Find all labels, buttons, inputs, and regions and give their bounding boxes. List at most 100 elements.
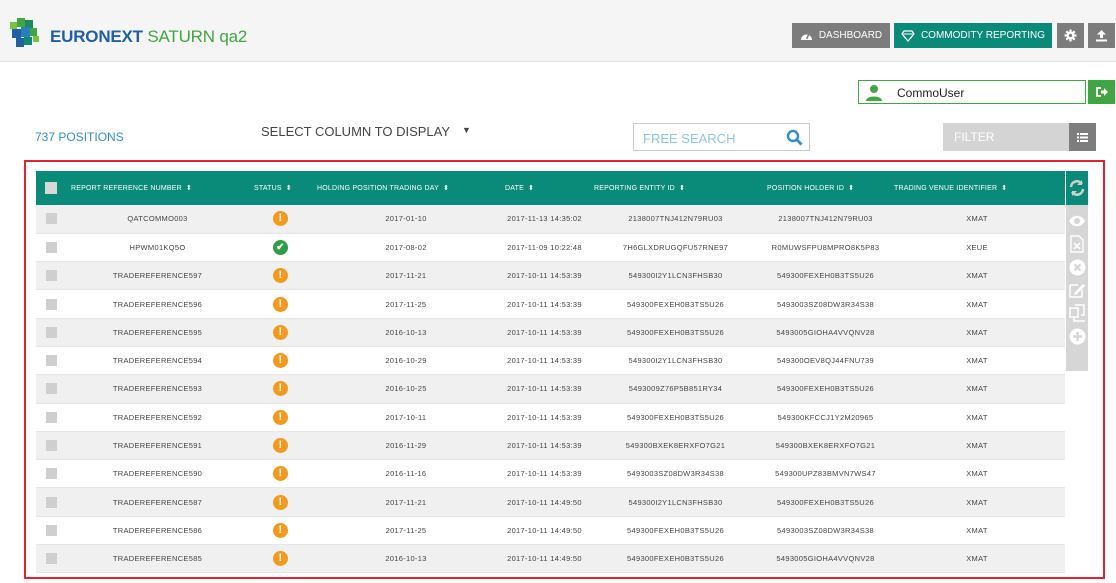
row-checkbox[interactable] <box>36 487 66 517</box>
table-row[interactable]: TRADEREFERENCE595! 2016-10-13 2017-10-11 1… <box>36 318 1065 347</box>
cell-holding-day: 2017-11-21 <box>312 261 500 291</box>
cell-position-holder: 549300UPZ83BMVN7WS47 <box>762 459 889 489</box>
warning-icon: ! <box>273 381 288 397</box>
row-checkbox[interactable] <box>36 403 66 432</box>
table-row[interactable]: TRADEREFERENCE596! 2017-11-25 2017-10-11 1… <box>36 289 1065 319</box>
table-row[interactable]: TRADEREFERENCE587! 2017-11-21 2017-10-11 1… <box>36 487 1065 517</box>
col-position-holder[interactable]: POSITION HOLDER ID ⬍ <box>762 171 889 205</box>
warning-icon: ! <box>273 551 288 567</box>
row-checkbox[interactable] <box>36 516 66 546</box>
sort-icon: ⬍ <box>185 185 192 192</box>
table-row[interactable]: TRADEREFERENCE591! 2016-11-29 2017-10-11 1… <box>36 431 1065 461</box>
table-row[interactable]: QATCOMMO003! 2017-01-10 2017-11-13 14:35:0… <box>36 205 1065 234</box>
cell-holding-day: 2016-10-13 <box>312 318 500 347</box>
cell-date: 2017-10-11 14:53:39 <box>500 374 589 404</box>
delete-button[interactable] <box>1068 258 1086 276</box>
table-row[interactable]: HPWM01KQ5O ✔ 2017-08-02 2017-11-09 10:22:48… <box>36 233 1065 263</box>
cell-reporting-entity: 5493009Z76P5B851RY34 <box>589 374 762 404</box>
col-reporting-entity[interactable]: REPORTING ENTITY ID ⬍ <box>589 171 762 205</box>
logout-button[interactable] <box>1088 80 1115 104</box>
table-row[interactable]: TRADEREFERENCE592! 2017-10-11 2017-10-11 1… <box>36 403 1065 432</box>
table-body: QATCOMMO003! 2017-01-10 2017-11-13 14:35:0… <box>36 205 1065 574</box>
cell-position-holder: 5493003SZ08DW3R34S38 <box>762 289 889 319</box>
table-row[interactable]: TRADEREFERENCE597! 2017-11-21 2017-10-11 1… <box>36 261 1065 291</box>
cell-status: ! <box>249 403 312 432</box>
filter-input[interactable]: FILTER <box>943 123 1069 151</box>
cell-trading-venue: XMAT <box>889 431 1065 461</box>
delete-icon <box>1069 259 1085 275</box>
row-checkbox[interactable] <box>36 289 66 319</box>
col-holding-day[interactable]: HOLDING POSITION TRADING DAY ⬍ <box>312 171 500 205</box>
cell-date: 2017-10-11 14:53:39 <box>500 346 589 376</box>
row-checkbox[interactable] <box>36 318 66 347</box>
cell-trading-venue: XMAT <box>889 374 1065 404</box>
cell-date: 2017-11-09 10:22:48 <box>500 233 589 263</box>
cell-holding-day: 2017-11-25 <box>312 516 500 546</box>
positions-table-wrapper: REPORT REFERENCE NUMBER ⬍ STATUS ⬍ HOLDING… <box>36 171 1087 577</box>
col-trading-venue[interactable]: TRADING VENUE IDENTIFIER ⬍ <box>889 171 1065 205</box>
row-checkbox[interactable] <box>36 205 66 234</box>
col-status[interactable]: STATUS ⬍ <box>249 171 312 205</box>
refresh-button[interactable] <box>1066 171 1088 205</box>
cell-report-reference: TRADEREFERENCE591 <box>66 431 249 461</box>
logout-icon <box>1095 87 1108 97</box>
cell-reporting-entity: 2138007TNJ412N79RU03 <box>589 205 762 234</box>
cell-status: ! <box>249 289 312 319</box>
filter-list-button[interactable] <box>1069 123 1096 151</box>
row-checkbox[interactable] <box>36 233 66 263</box>
row-checkbox[interactable] <box>36 346 66 376</box>
user-box[interactable]: CommoUser <box>858 80 1086 104</box>
row-checkbox[interactable] <box>36 261 66 291</box>
cell-status: ! <box>249 516 312 546</box>
row-checkbox[interactable] <box>36 544 66 574</box>
excel-export-button[interactable] <box>1068 235 1086 253</box>
cell-trading-venue: XEUE <box>889 233 1065 263</box>
view-button[interactable] <box>1068 212 1086 230</box>
cell-holding-day: 2016-11-16 <box>312 459 500 489</box>
commodity-reporting-button[interactable]: COMMODITY REPORTING <box>894 23 1052 48</box>
add-button[interactable] <box>1068 327 1086 345</box>
table-row[interactable]: TRADEREFERENCE594! 2016-10-29 2017-10-11 1… <box>36 346 1065 376</box>
cell-date: 2017-10-11 14:53:39 <box>500 289 589 319</box>
diamond-icon <box>901 29 915 42</box>
cell-status: ! <box>249 487 312 517</box>
excel-export-icon <box>1070 235 1084 253</box>
cell-trading-venue: XMAT <box>889 516 1065 546</box>
table-row[interactable]: TRADEREFERENCE590! 2016-11-16 2017-10-11 1… <box>36 459 1065 489</box>
cell-position-holder: 549300FEXEH0B3TS5U26 <box>762 487 889 517</box>
col-report-reference[interactable]: REPORT REFERENCE NUMBER ⬍ <box>66 171 249 205</box>
col-date[interactable]: DATE ⬍ <box>500 171 589 205</box>
settings-button[interactable] <box>1057 23 1084 48</box>
cell-report-reference: TRADEREFERENCE593 <box>66 374 249 404</box>
edit-button[interactable] <box>1068 281 1086 299</box>
cell-reporting-entity: 7H6GLXDRUGQFU57RNE97 <box>589 233 762 263</box>
row-checkbox[interactable] <box>36 431 66 461</box>
row-actions-bar <box>1066 171 1088 371</box>
sort-icon: ⬍ <box>1001 185 1008 192</box>
cell-reporting-entity: 549300FEXEH0B3TS5U26 <box>589 318 762 347</box>
upload-button[interactable] <box>1088 23 1115 48</box>
cell-holding-day: 2016-10-13 <box>312 544 500 574</box>
search-icon[interactable] <box>786 129 803 146</box>
table-row[interactable]: TRADEREFERENCE585! 2016-10-13 2017-10-11 1… <box>36 544 1065 574</box>
warning-icon: ! <box>273 296 288 312</box>
positions-table: REPORT REFERENCE NUMBER ⬍ STATUS ⬍ HOLDING… <box>36 171 1065 574</box>
cell-date: 2017-10-11 14:53:39 <box>500 403 589 432</box>
cell-trading-venue: XMAT <box>889 318 1065 347</box>
sort-icon: ⬍ <box>527 185 535 192</box>
cell-date: 2017-10-11 14:49:50 <box>500 544 589 574</box>
table-row[interactable]: TRADEREFERENCE593! 2016-10-25 2017-10-11 1… <box>36 374 1065 404</box>
cell-position-holder: 2138007TNJ412N79RU03 <box>762 205 889 234</box>
select-all-checkbox[interactable] <box>36 171 66 205</box>
dashboard-button[interactable]: DASHBOARD <box>792 23 890 48</box>
row-checkbox[interactable] <box>36 459 66 489</box>
cell-date: 2017-10-11 14:53:39 <box>500 431 589 461</box>
cell-status: ! <box>249 205 312 234</box>
select-column-dropdown[interactable]: SELECT COLUMN TO DISPLAY ▼ <box>261 124 471 139</box>
copy-button[interactable] <box>1068 304 1086 322</box>
cell-reporting-entity: 549300FEXEH0B3TS5U26 <box>589 516 762 546</box>
row-checkbox[interactable] <box>36 374 66 404</box>
brand-euronext: EURONEXT <box>50 27 143 46</box>
free-search-input[interactable]: FREE SEARCH <box>633 123 810 151</box>
table-row[interactable]: TRADEREFERENCE586! 2017-11-25 2017-10-11 1… <box>36 516 1065 546</box>
